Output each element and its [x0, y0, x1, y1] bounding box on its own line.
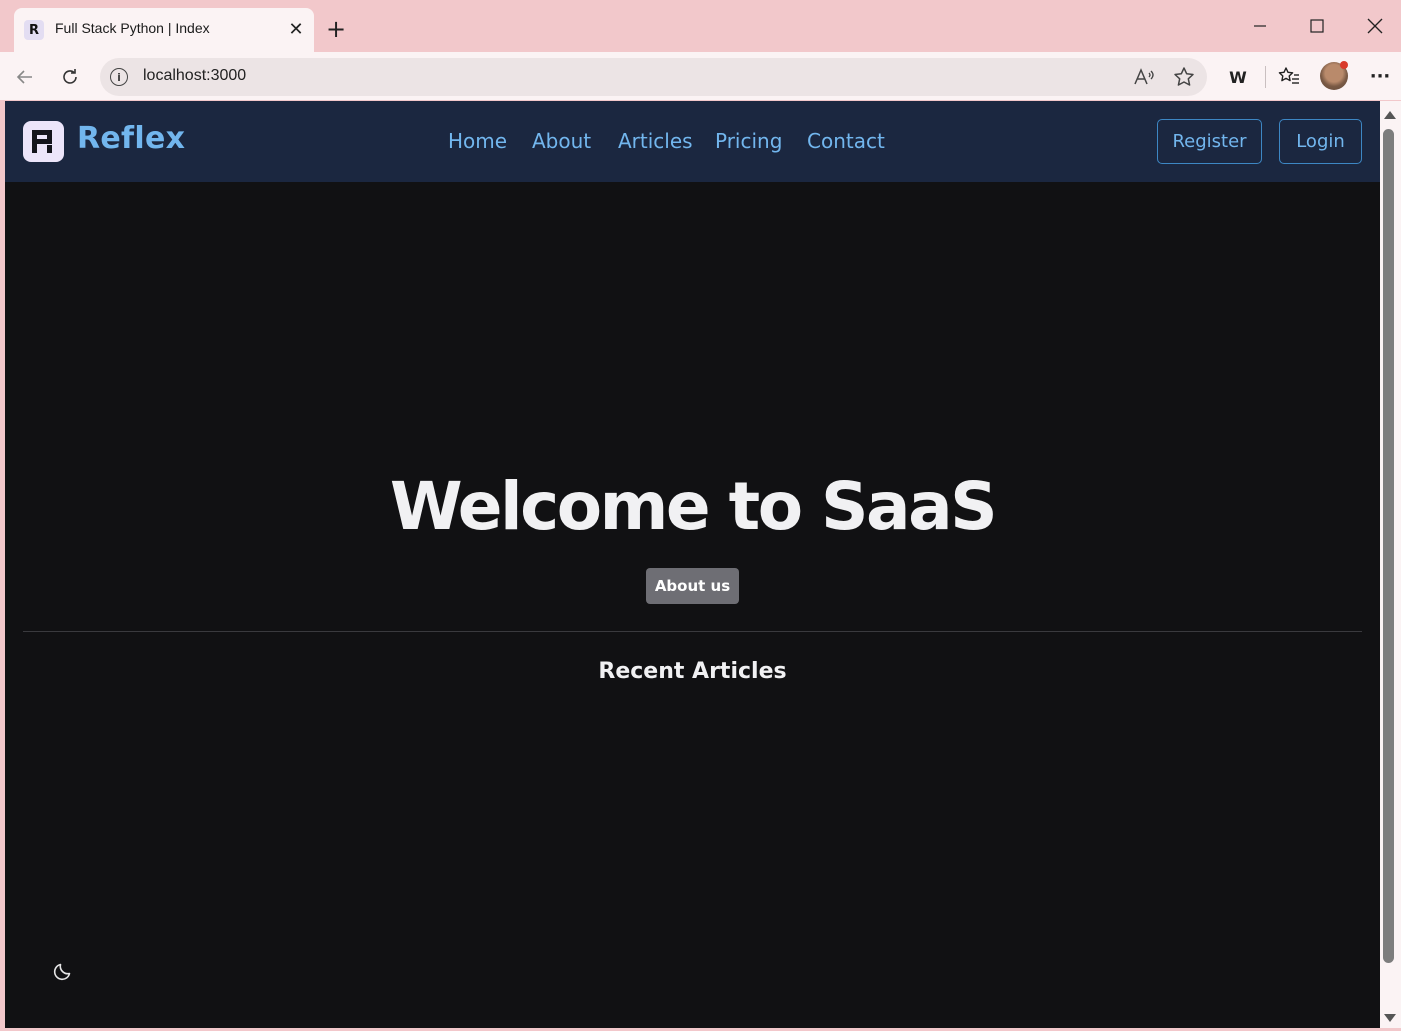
address-bar[interactable]: i localhost:3000: [100, 58, 1207, 96]
read-aloud-icon[interactable]: [1132, 65, 1156, 89]
section-divider: [23, 631, 1362, 632]
tab-strip: R Full Stack Python | Index ✕ +: [0, 0, 1401, 52]
nav-link-pricing[interactable]: Pricing: [715, 129, 782, 153]
favorites-list-icon[interactable]: [1275, 63, 1303, 91]
nav-link-home[interactable]: Home: [448, 129, 507, 153]
site-navbar: Reflex Home About Articles Pricing Conta…: [5, 101, 1380, 182]
close-tab-icon[interactable]: ✕: [286, 19, 306, 40]
register-button[interactable]: Register: [1157, 119, 1262, 164]
close-window-icon[interactable]: [1360, 12, 1390, 40]
toolbar-separator: [1265, 66, 1266, 88]
favorite-star-icon[interactable]: [1172, 65, 1196, 89]
browser-tab[interactable]: R Full Stack Python | Index ✕: [14, 8, 314, 52]
about-us-button[interactable]: About us: [646, 568, 739, 604]
info-icon[interactable]: i: [110, 68, 128, 86]
scroll-up-arrow-icon[interactable]: [1384, 111, 1396, 119]
new-tab-plus-icon[interactable]: +: [322, 15, 350, 43]
url-text[interactable]: localhost:3000: [143, 67, 246, 85]
tab-title: Full Stack Python | Index: [55, 20, 210, 36]
nav-link-articles[interactable]: Articles: [618, 129, 693, 153]
moon-icon[interactable]: [52, 960, 74, 982]
brand-name[interactable]: Reflex: [77, 121, 185, 156]
profile-notification-badge: [1340, 61, 1348, 69]
minimize-icon[interactable]: [1245, 12, 1275, 40]
page-scrollbar[interactable]: [1380, 101, 1401, 1028]
nav-link-about[interactable]: About: [532, 129, 591, 153]
recent-articles-heading: Recent Articles: [598, 659, 787, 684]
nav-link-contact[interactable]: Contact: [807, 129, 885, 153]
page-viewport: Reflex Home About Articles Pricing Conta…: [5, 101, 1380, 1028]
hero-title: Welcome to SaaS: [389, 468, 998, 545]
reload-icon[interactable]: [55, 62, 85, 92]
favicon-icon: R: [24, 20, 44, 40]
scroll-thumb[interactable]: [1383, 129, 1394, 963]
scroll-down-arrow-icon[interactable]: [1384, 1014, 1396, 1022]
login-button[interactable]: Login: [1279, 119, 1362, 164]
reflex-logo-icon[interactable]: [23, 121, 64, 162]
browser-toolbar: i localhost:3000 W: [0, 52, 1401, 100]
maximize-icon[interactable]: [1302, 12, 1332, 40]
extension-w-icon[interactable]: W: [1224, 63, 1252, 91]
back-arrow-icon[interactable]: [10, 62, 40, 92]
more-options-icon[interactable]: ···: [1366, 62, 1394, 90]
